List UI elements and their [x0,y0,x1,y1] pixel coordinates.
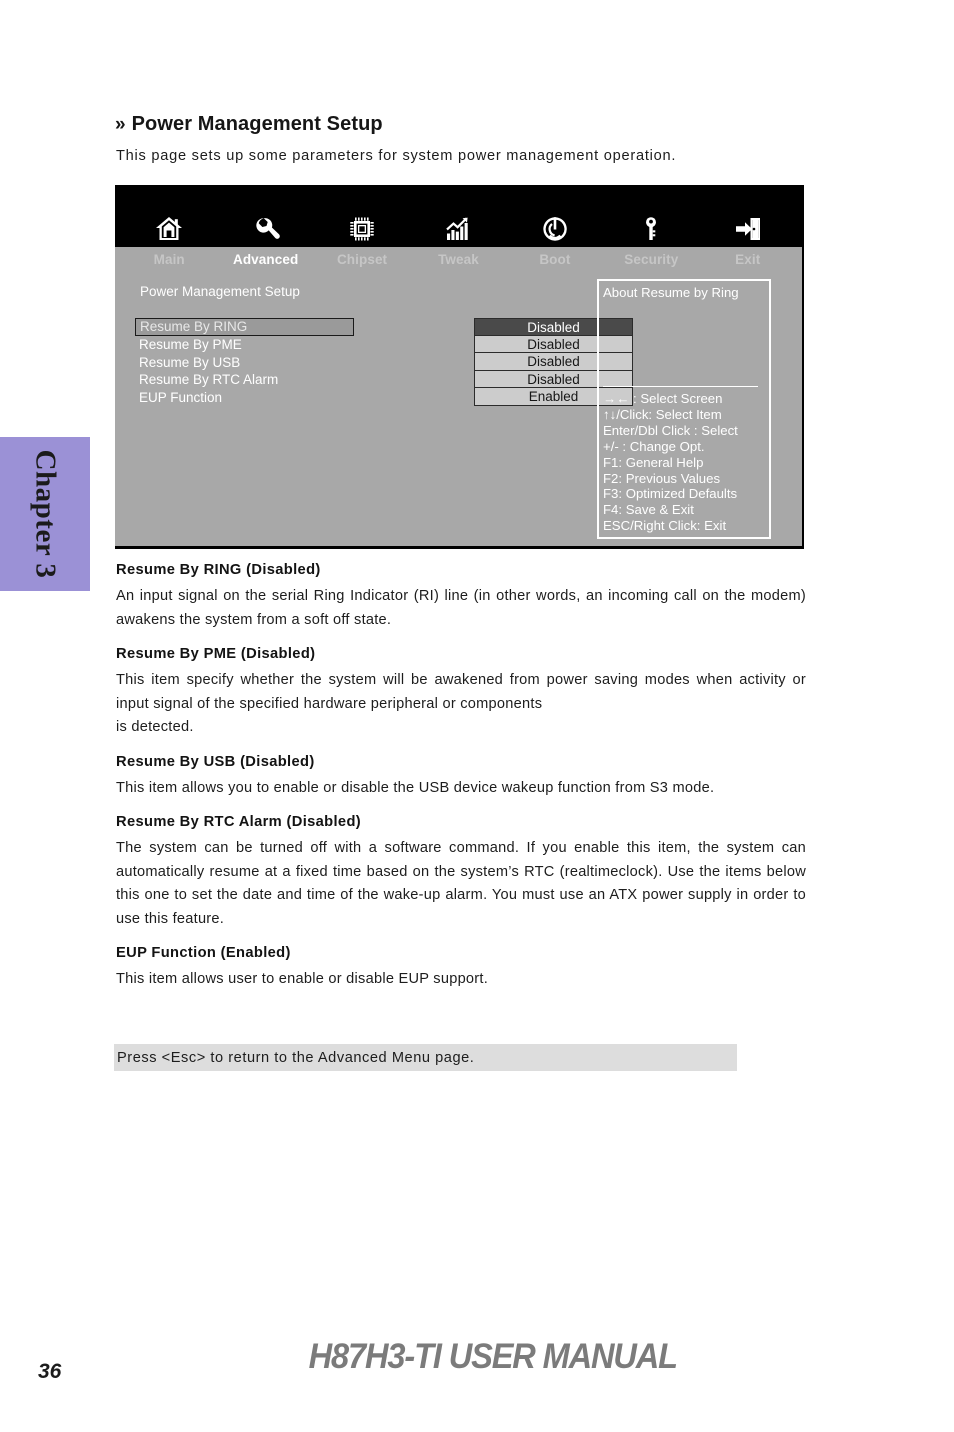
wrench-icon [251,209,281,247]
bios-help-key-general-help: F1: General Help [603,454,704,470]
bios-tab-label-advanced[interactable]: Advanced [217,252,313,267]
bios-help-key-esc-exit: ESC/Right Click: Exit [603,518,727,534]
bios-tab-main[interactable] [121,185,217,247]
bios-tab-label-tweak[interactable]: Tweak [410,252,506,267]
bios-help-key-change-opt: +/- : Change Opt. [603,438,705,454]
section-heading-resume-by-pme: Resume By PME (Disabled) [116,646,316,662]
bios-help-title: About Resume by Ring [603,285,739,300]
bios-tab-tweak[interactable] [410,185,506,247]
bios-tab-exit[interactable] [700,185,796,247]
section-body-resume-by-rtc-alarm: The system can be turned off with a soft… [116,840,806,927]
esc-note-bar: Press <Esc> to return to the Advanced Me… [114,1044,737,1071]
body-content: Resume By RING (Disabled) An input signa… [116,562,806,1005]
section-body-resume-by-usb: This item allows you to enable or disabl… [116,779,715,796]
bios-tab-security[interactable] [603,185,699,247]
double-chevron-icon: » [115,114,126,135]
bios-help-divider [603,386,758,387]
chapter-tab-label: Chapter 3 [29,449,62,579]
key-icon [636,209,666,247]
section-body-resume-by-ring: An input signal on the serial Ring Indic… [116,588,806,628]
section-body-resume-by-pme: This item specify whether the system wil… [116,672,806,712]
section-body-resume-by-pme-cont: is detected. [116,719,194,735]
section-heading-eup-function: EUP Function (Enabled) [116,945,291,961]
bios-help-key-save-exit: F4: Save & Exit [603,502,694,518]
bios-help-key-previous-values: F2: Previous Values [603,470,721,486]
bios-tab-label-security[interactable]: Security [603,252,699,267]
power-icon [540,209,570,247]
bios-item-eup-function[interactable]: EUP Function [135,389,354,407]
bios-item-resume-by-ring[interactable]: Resume By RING [135,318,354,336]
bios-help-key-list: →← : Select Screen ↑↓/Click: Select Item… [603,391,771,534]
exit-icon [733,209,763,247]
bios-help-key-optimized-defaults: F3: Optimized Defaults [603,486,738,502]
bios-tab-advanced[interactable] [217,185,313,247]
bios-tab-chipset[interactable] [314,185,410,247]
intro-paragraph: This page sets up some parameters for sy… [116,148,677,164]
bios-screenshot: Main Advanced Chipset Tweak Boot Securit… [115,185,804,549]
section-heading-resume-by-rtc-alarm: Resume By RTC Alarm (Disabled) [116,814,362,830]
bios-help-panel: About Resume by Ring →← : Select Screen … [597,279,771,539]
chapter-tab: Chapter 3 [0,437,90,591]
bios-help-key-select-item: ↑↓/Click: Select Item [603,406,722,422]
esc-note-text: Press <Esc> to return to the Advanced Me… [117,1049,475,1066]
page-number: 36 [38,1360,62,1383]
section-body-eup-function: This item allows user to enable or disab… [116,971,489,987]
bios-item-resume-by-rtc-alarm[interactable]: Resume By RTC Alarm [135,371,354,389]
bios-tab-label-boot[interactable]: Boot [507,252,603,267]
bios-help-key-select-screen: →← : Select Screen [603,391,723,406]
page-title: » Power Management Setup [115,113,383,136]
section-heading-resume-by-ring: Resume By RING (Disabled) [116,562,321,578]
home-icon [154,209,184,247]
bios-tab-labels: Main Advanced Chipset Tweak Boot Securit… [115,247,802,271]
footer-manual-title: H87H3-TI USER MANUAL [308,1337,678,1376]
bios-tab-boot[interactable] [507,185,603,247]
bios-section-title: Power Management Setup [140,284,300,299]
bios-tab-label-exit[interactable]: Exit [700,252,796,267]
chip-icon [347,209,377,247]
bios-item-resume-by-pme[interactable]: Resume By PME [135,336,354,354]
bios-item-resume-by-usb[interactable]: Resume By USB [135,354,354,372]
page-title-text: Power Management Setup [131,113,383,135]
bios-tab-label-main[interactable]: Main [121,252,217,267]
bar-chart-icon [443,209,473,247]
bios-tab-label-chipset[interactable]: Chipset [314,252,410,267]
bios-item-list: Resume By RING Resume By PME Resume By U… [135,318,354,406]
bios-toolbar [115,185,802,247]
bios-content-area: Power Management Setup Resume By RING Re… [115,271,802,546]
bios-help-key-enter-select: Enter/Dbl Click : Select [603,422,738,438]
section-heading-resume-by-usb: Resume By USB (Disabled) [116,753,315,770]
